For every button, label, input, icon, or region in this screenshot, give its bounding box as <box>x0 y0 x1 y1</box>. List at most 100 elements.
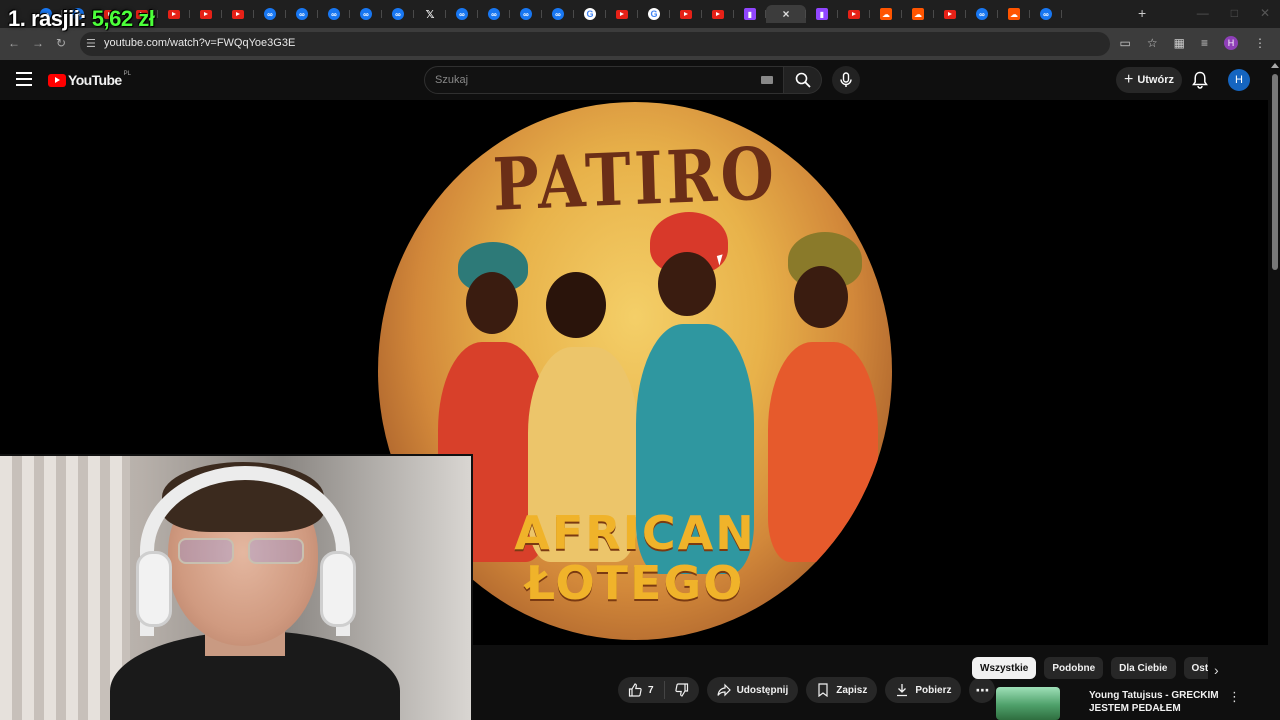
browser-tab[interactable] <box>222 5 254 23</box>
recommended-title[interactable]: Young Tatujsus - GRECKIM JESTEM PEDAŁEM <box>1089 689 1219 715</box>
voice-search-button[interactable] <box>832 66 860 94</box>
youtube-masthead: YouTube PL + Utwórz H <box>0 60 1280 100</box>
streamer-webcam <box>0 454 473 720</box>
browser-tab[interactable] <box>670 5 702 23</box>
create-label: Utwórz <box>1137 74 1174 86</box>
site-info-icon[interactable]: ☰ <box>86 37 96 50</box>
browser-tab[interactable]: ☁ <box>998 5 1030 23</box>
browser-tab[interactable]: ∞ <box>542 5 574 23</box>
browser-tab[interactable]: ∞ <box>966 5 998 23</box>
forward-icon[interactable]: → <box>32 36 44 50</box>
browser-tab-active[interactable]: × <box>766 5 806 23</box>
browser-tab[interactable] <box>838 5 870 23</box>
browser-tab[interactable]: ∞ <box>286 5 318 23</box>
search-input[interactable] <box>425 67 745 93</box>
browser-tab[interactable]: ☁ <box>870 5 902 23</box>
youtube-favicon-icon <box>848 9 860 19</box>
youtube-favicon-icon <box>232 9 244 19</box>
extensions-icon[interactable]: ▦ <box>1174 36 1185 50</box>
browser-tab[interactable]: ∞ <box>1030 5 1062 23</box>
browser-tab[interactable]: ∞ <box>318 5 350 23</box>
share-label: Udostępnij <box>736 684 789 696</box>
browser-tab[interactable] <box>934 5 966 23</box>
browser-actions: ▭ ☆ ▦ ≡ H ⋮ <box>1120 36 1266 50</box>
browser-tab[interactable]: ∞ <box>382 5 414 23</box>
donation-name: 1. rasjii: <box>8 6 92 31</box>
browser-tab[interactable] <box>606 5 638 23</box>
browser-tab[interactable]: G <box>638 5 670 23</box>
recommended-video[interactable]: Young Tatujsus - GRECKIM JESTEM PEDAŁEM … <box>972 687 1262 720</box>
soundcloud-favicon-icon: ☁ <box>912 8 924 20</box>
browser-tab[interactable] <box>190 5 222 23</box>
notifications-bell-icon[interactable] <box>1192 71 1208 89</box>
right-lens <box>248 538 304 564</box>
youtube-favicon-icon <box>680 9 692 19</box>
close-tab-icon[interactable]: × <box>780 7 792 21</box>
save-button[interactable]: Zapisz <box>806 677 878 703</box>
youtube-favicon-icon <box>616 9 628 19</box>
recommended-menu-icon[interactable]: ⋮ <box>1228 689 1241 705</box>
browser-tab[interactable]: 𝕏 <box>414 5 446 23</box>
soundcloud-favicon-icon: ☁ <box>880 8 892 20</box>
browser-tab[interactable]: ∞ <box>510 5 542 23</box>
browser-menu-icon[interactable]: ⋮ <box>1254 36 1266 50</box>
back-icon[interactable]: ← <box>8 36 20 50</box>
profile-avatar[interactable]: H <box>1224 36 1238 50</box>
browser-tab[interactable] <box>702 5 734 23</box>
filter-chip[interactable]: Wszystkie <box>972 657 1037 679</box>
browser-tab[interactable]: ∞ <box>350 5 382 23</box>
new-tab-button[interactable]: + <box>1138 5 1146 21</box>
like-button[interactable]: 7 <box>628 681 665 699</box>
browser-tab[interactable] <box>158 5 190 23</box>
create-button[interactable]: + Utwórz <box>1116 67 1182 93</box>
address-bar[interactable]: ☰ youtube.com/watch?v=FWQqYoe3G3E <box>80 32 1110 56</box>
nav-buttons: ← → ↻ <box>8 36 66 50</box>
thumbs-up-icon <box>628 683 642 697</box>
maximize-icon[interactable]: □ <box>1231 6 1238 20</box>
browser-tab[interactable]: ▮ <box>806 5 838 23</box>
artwork-title: PATIRO <box>491 130 779 227</box>
account-avatar[interactable]: H <box>1228 69 1250 91</box>
hamburger-menu-icon[interactable] <box>16 72 32 86</box>
close-window-icon[interactable]: ✕ <box>1260 6 1270 20</box>
url-text[interactable]: youtube.com/watch?v=FWQqYoe3G3E <box>104 37 295 49</box>
bookmark-star-icon[interactable]: ☆ <box>1147 36 1158 50</box>
cast-icon[interactable]: ▭ <box>1120 36 1131 50</box>
browser-tab[interactable]: ∞ <box>478 5 510 23</box>
share-button[interactable]: Udostępnij <box>706 677 799 703</box>
x-favicon-icon: 𝕏 <box>425 8 435 21</box>
browser-tab[interactable]: ∞ <box>446 5 478 23</box>
page-scrollbar[interactable] <box>1269 60 1280 720</box>
window-controls: — □ ✕ <box>1197 6 1270 20</box>
browser-tab[interactable]: ☁ <box>902 5 934 23</box>
browser-toolbar: ← → ↻ ☰ youtube.com/watch?v=FWQqYoe3G3E … <box>0 28 1280 60</box>
thumbs-down-icon <box>674 683 688 697</box>
webcam-curtain <box>0 456 130 720</box>
recommended-thumbnail[interactable] <box>996 687 1060 720</box>
browser-tab[interactable]: ▮ <box>734 5 766 23</box>
bookmark-icon <box>818 683 828 697</box>
youtube-favicon-icon <box>168 9 180 19</box>
youtube-favicon-icon <box>200 9 212 19</box>
chips-next-arrow-icon[interactable]: › <box>1214 662 1219 678</box>
download-button[interactable]: Pobierz <box>885 677 962 703</box>
reload-icon[interactable]: ↻ <box>56 36 66 50</box>
scroll-up-arrow-icon[interactable] <box>1271 63 1279 68</box>
search-button[interactable] <box>784 66 822 94</box>
keyboard-icon[interactable] <box>761 76 773 84</box>
media-control-icon[interactable]: ≡ <box>1201 36 1208 50</box>
tab-list: ∞ ∞ ∞ ∞ ∞ ∞ ∞ 𝕏 ∞ ∞ ∞ ∞ G G ▮ × ▮ ☁ ☁ ∞ ☁ ∞ <box>30 5 1062 23</box>
filter-chip[interactable]: Dla Ciebie <box>1111 657 1176 679</box>
minimize-icon[interactable]: — <box>1197 6 1209 20</box>
browser-tab-strip: ∞ ∞ ∞ ∞ ∞ ∞ ∞ 𝕏 ∞ ∞ ∞ ∞ G G ▮ × ▮ ☁ ☁ ∞ ☁ ∞ + — □ ✕ <box>0 0 1280 28</box>
browser-tab[interactable]: G <box>574 5 606 23</box>
dislike-button[interactable] <box>665 683 699 697</box>
youtube-logo[interactable]: YouTube PL <box>48 71 131 88</box>
scroll-thumb[interactable] <box>1272 74 1278 270</box>
meta-favicon-icon: ∞ <box>328 8 340 20</box>
twitch-favicon-icon: ▮ <box>744 8 756 20</box>
youtube-favicon-icon <box>712 9 724 19</box>
filter-chip[interactable]: Podobne <box>1044 657 1104 679</box>
browser-tab[interactable]: ∞ <box>254 5 286 23</box>
filter-chip[interactable]: Ostatnio <box>1183 657 1208 679</box>
